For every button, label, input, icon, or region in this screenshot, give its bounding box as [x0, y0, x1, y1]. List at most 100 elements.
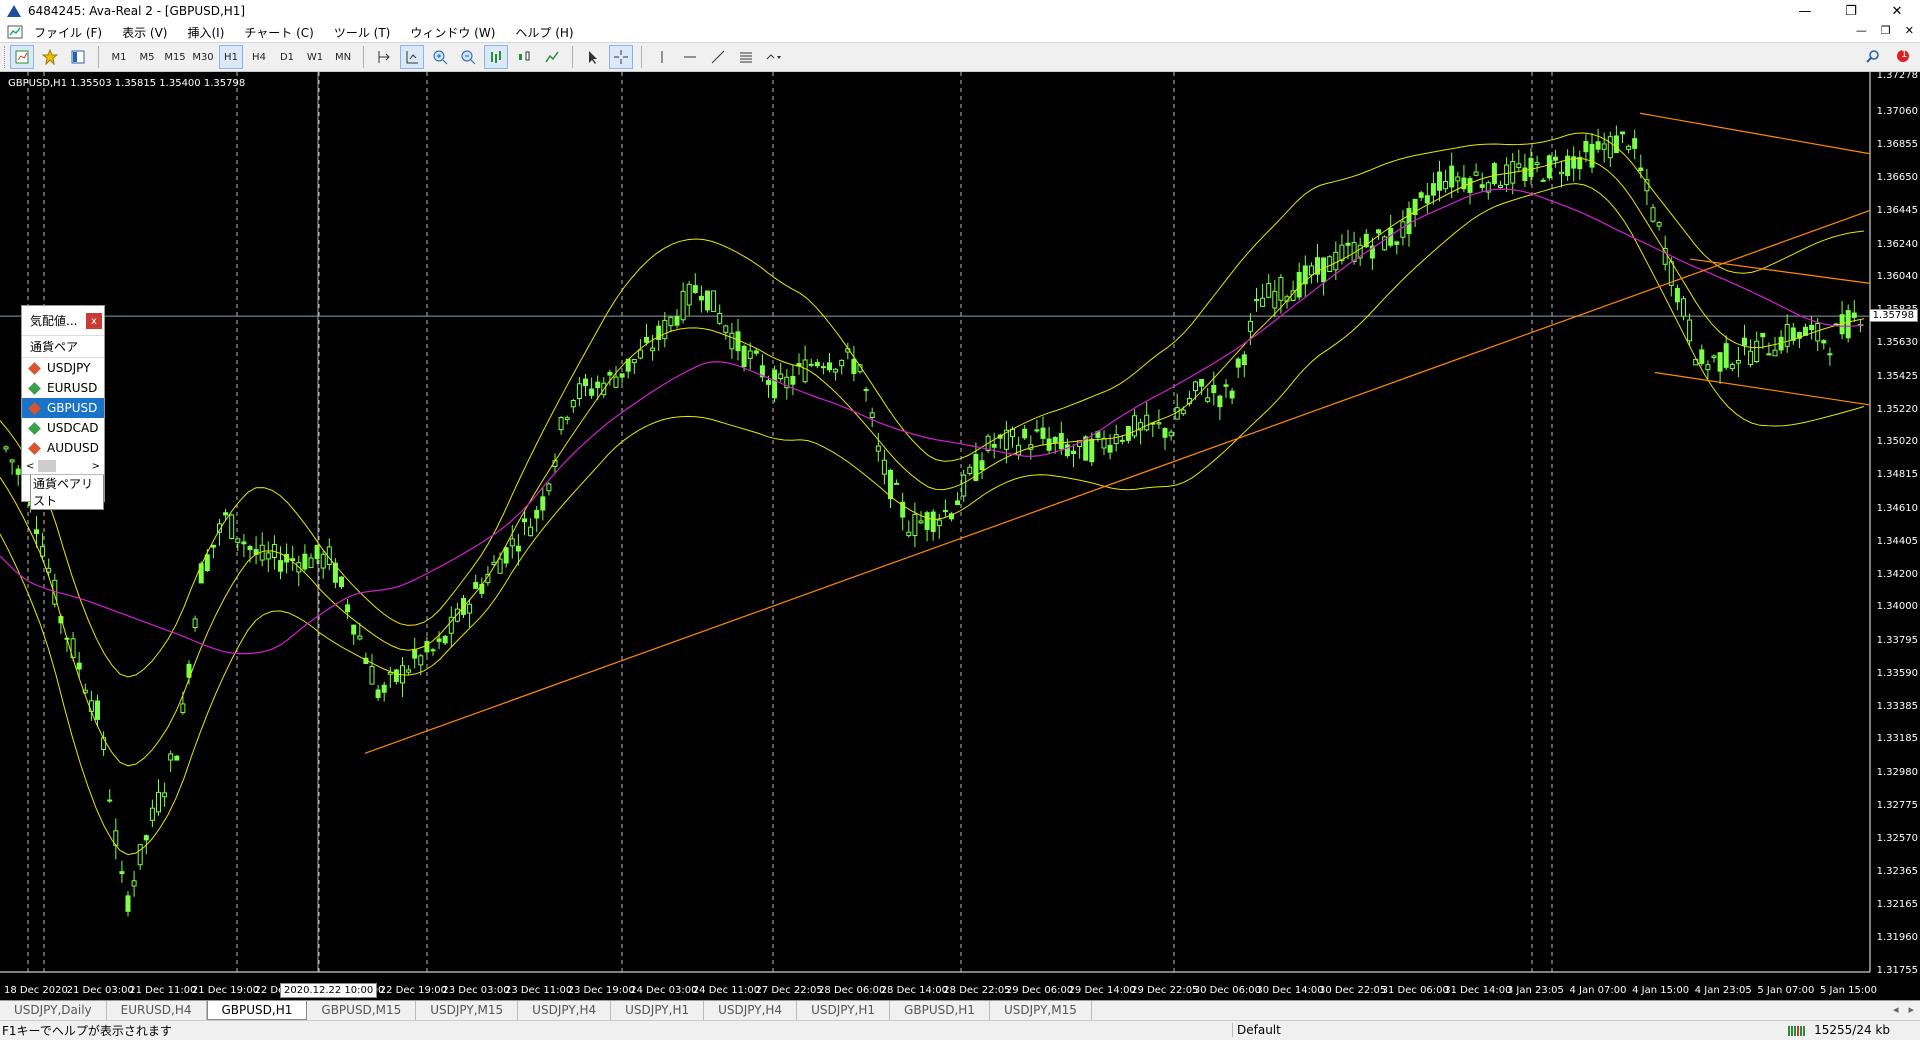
candle-bear [1583, 140, 1589, 153]
price-tick-label: 1.35020 [1876, 436, 1918, 448]
timeframe-m30[interactable]: M30 [191, 45, 215, 69]
timeframe-m15[interactable]: M15 [163, 45, 187, 69]
current-price-label: 1.35798 [1868, 309, 1918, 323]
menu-chart[interactable]: チャート (C) [234, 24, 323, 41]
timeframe-h4[interactable]: H4 [247, 45, 271, 69]
timeframe-h1[interactable]: H1 [219, 45, 243, 69]
symbol-row-usdjpy[interactable]: USDJPY [22, 358, 104, 378]
scroll-left-icon[interactable]: < [26, 461, 34, 472]
auto-scroll-icon[interactable] [400, 45, 424, 69]
candle-bear [1394, 241, 1400, 245]
menu-tools[interactable]: ツール (T) [324, 24, 401, 41]
candle-bull [162, 792, 168, 798]
menu-view[interactable]: 表示 (V) [112, 24, 177, 41]
notification-badge[interactable]: 1 [1892, 48, 1910, 66]
chart-tab[interactable]: USDJPY,Daily [0, 1001, 107, 1020]
mdi-close-button[interactable]: ✕ [1905, 24, 1914, 37]
mdi-minimize-button[interactable]: — [1856, 24, 1867, 37]
chart-tab[interactable]: USDJPY,H1 [797, 1001, 891, 1020]
timeframe-m5[interactable]: M5 [135, 45, 159, 69]
minimize-button[interactable]: — [1782, 0, 1828, 22]
chart-shift-icon[interactable] [372, 45, 396, 69]
chart-tab[interactable]: USDJPY,H4 [704, 1001, 798, 1020]
profile-name[interactable]: Default [1232, 1023, 1281, 1037]
candle-bear [772, 369, 778, 399]
candle-bull [1278, 277, 1284, 301]
restore-button[interactable]: ❐ [1828, 0, 1874, 22]
scroll-thumb[interactable] [38, 460, 57, 472]
chart-tab-active[interactable]: GBPUSD,H1 [206, 1001, 308, 1020]
zoom-in-icon[interactable] [428, 45, 452, 69]
symbol-row-eurusd[interactable]: EURUSD [22, 378, 104, 398]
navigator-icon[interactable] [66, 45, 90, 69]
market-watch-close-button[interactable]: x [86, 313, 102, 329]
tab-scroll-left-icon[interactable]: ◂ [1893, 1003, 1899, 1016]
candle-bull [686, 283, 692, 306]
chart-tab[interactable]: GBPUSD,M15 [307, 1001, 417, 1020]
shapes-dropdown-icon[interactable] [762, 45, 786, 69]
candle-bear [314, 544, 320, 559]
chart-tab[interactable]: USDJPY,H4 [518, 1001, 612, 1020]
zoom-out-icon[interactable] [456, 45, 480, 69]
candle-bear [814, 362, 820, 367]
fibonacci-icon[interactable] [734, 45, 758, 69]
menu-window[interactable]: ウィンドウ (W) [400, 24, 505, 41]
favorites-icon[interactable] [38, 45, 62, 69]
candle-bear [1241, 354, 1247, 366]
moving-average [0, 188, 1865, 655]
search-icon[interactable] [1866, 49, 1880, 66]
chart-tab[interactable]: EURUSD,H4 [107, 1001, 207, 1020]
chart-tab[interactable]: USDJPY,H1 [611, 1001, 705, 1020]
trendline-icon[interactable] [706, 45, 730, 69]
close-button[interactable]: ✕ [1874, 0, 1920, 22]
symbol-row-audusd[interactable]: AUDUSD [22, 438, 104, 458]
symbols-list-tab[interactable]: 通貨ペアリスト [30, 475, 104, 510]
time-tick-label: 21 Dec 03:00 [66, 985, 134, 996]
time-tick-label: 30 Dec 06:00 [1193, 985, 1262, 996]
vertical-line-icon[interactable] [650, 45, 674, 69]
chart-tab[interactable]: GBPUSD,H1 [890, 1001, 990, 1020]
market-watch-window[interactable]: 気配値... x 通貨ペア USDJPY EURUSD GBPUSD USDCA… [21, 305, 105, 510]
candle-bull [650, 347, 656, 352]
candle-bull [869, 412, 875, 418]
symbol-row-gbpusd[interactable]: GBPUSD [22, 398, 104, 418]
line-chart-icon[interactable] [540, 45, 564, 69]
crosshair-icon[interactable] [609, 45, 633, 69]
candle-bull [1473, 171, 1479, 176]
trendline-support [364, 209, 1871, 754]
price-tick-label: 1.32980 [1876, 766, 1918, 778]
toolbar-grip[interactable] [4, 46, 8, 68]
market-watch-header[interactable]: 通貨ペア [22, 336, 104, 358]
timeframe-mn[interactable]: MN [331, 45, 355, 69]
horizontal-line-icon[interactable] [678, 45, 702, 69]
bar-chart-icon[interactable] [484, 45, 508, 69]
menu-help[interactable]: ヘルプ (H) [505, 24, 583, 41]
chart-tab[interactable]: USDJPY,M15 [990, 1001, 1092, 1020]
chart-tab[interactable]: USDJPY,M15 [416, 1001, 519, 1020]
tab-scroll-right-icon[interactable]: ▸ [1908, 1003, 1914, 1016]
timeframe-m1[interactable]: M1 [107, 45, 131, 69]
market-watch-title: 気配値... [30, 314, 78, 328]
symbol-row-usdcad[interactable]: USDCAD [22, 418, 104, 438]
candle-bull [863, 389, 869, 392]
candle-bull [1254, 299, 1259, 302]
candle-bear [107, 799, 113, 802]
cursor-icon[interactable] [581, 45, 605, 69]
candle-bull [778, 373, 784, 380]
menu-insert[interactable]: 挿入(I) [177, 24, 234, 41]
price-chart[interactable]: GBPUSD,H1 1.35503 1.35815 1.35400 1.3579… [0, 72, 1920, 1000]
market-watch-titlebar[interactable]: 気配値... x [22, 306, 104, 336]
bollinger-middle [0, 157, 1865, 767]
timeframe-d1[interactable]: D1 [275, 45, 299, 69]
help-hint: F1キーでヘルプが表示されます [2, 1024, 172, 1038]
candle-chart-icon[interactable] [512, 45, 536, 69]
chart-window-icon[interactable] [6, 24, 24, 40]
mdi-restore-button[interactable]: ❐ [1881, 24, 1891, 37]
new-chart-icon[interactable] [10, 45, 34, 69]
timeframe-w1[interactable]: W1 [303, 45, 327, 69]
candle-bear [345, 604, 351, 613]
market-watch-scrollbar[interactable]: < > [22, 458, 104, 474]
menu-file[interactable]: ファイル (F) [24, 24, 112, 41]
scroll-right-icon[interactable]: > [92, 461, 100, 472]
candle-bull [1607, 136, 1613, 159]
